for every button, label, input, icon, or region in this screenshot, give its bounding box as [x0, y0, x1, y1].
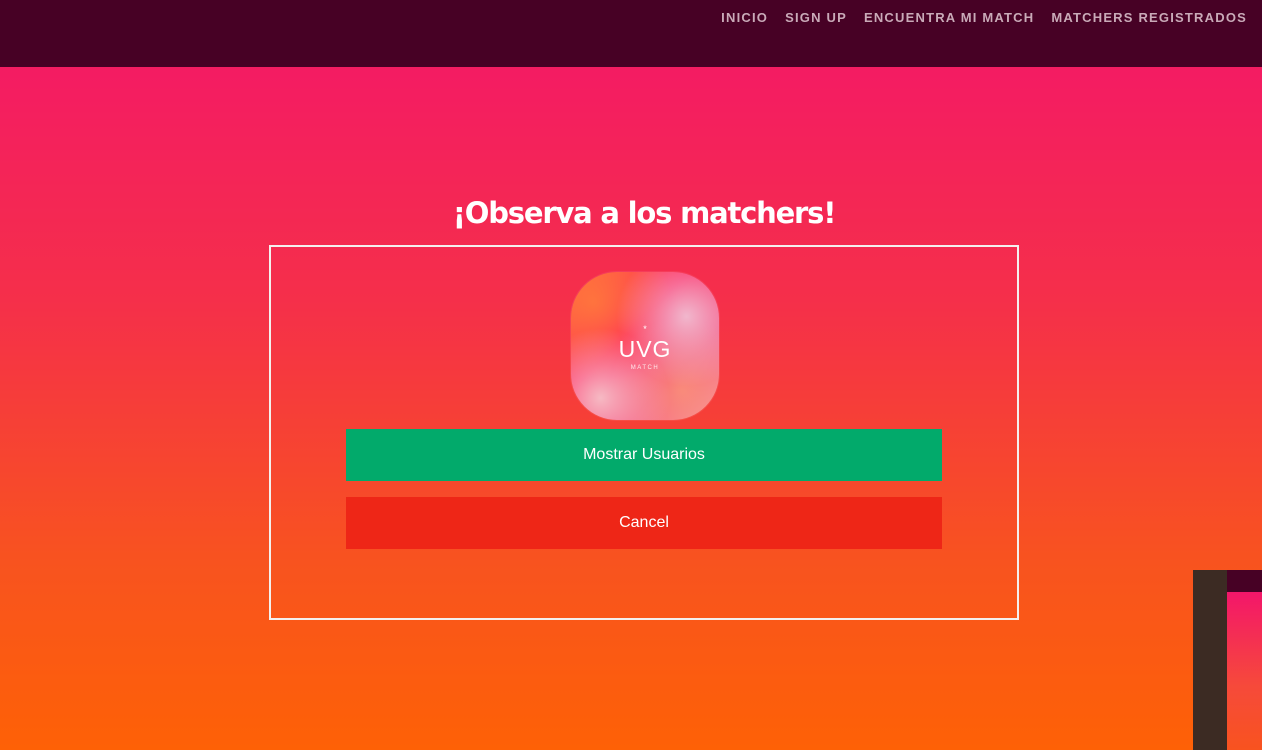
embedded-frame-background [1227, 592, 1262, 750]
page-title: ¡Observa a los matchers! [452, 196, 837, 230]
nav-link-sign-up[interactable]: SIGN UP [785, 10, 847, 25]
logo-star-icon: * [643, 324, 647, 334]
matchers-card: * UVG MATCH Mostrar Usuarios Cancel [269, 245, 1019, 620]
uvg-match-logo: * UVG MATCH [571, 272, 719, 420]
cancel-button[interactable]: Cancel [346, 497, 942, 549]
top-navbar: INICIO SIGN UP ENCUENTRA MI MATCH MATCHE… [0, 0, 1262, 67]
nav-links: INICIO SIGN UP ENCUENTRA MI MATCH MATCHE… [721, 10, 1247, 25]
embedded-frame-navbar [1227, 570, 1262, 592]
embedded-frame-edge [1193, 570, 1227, 750]
show-users-button[interactable]: Mostrar Usuarios [346, 429, 942, 481]
logo-subtext: MATCH [630, 365, 660, 371]
nav-link-inicio[interactable]: INICIO [721, 10, 768, 25]
nav-link-matchers-registrados[interactable]: MATCHERS REGISTRADOS [1051, 10, 1247, 25]
nav-link-encuentra-mi-match[interactable]: ENCUENTRA MI MATCH [864, 10, 1034, 25]
logo-text: UVG [618, 336, 672, 362]
